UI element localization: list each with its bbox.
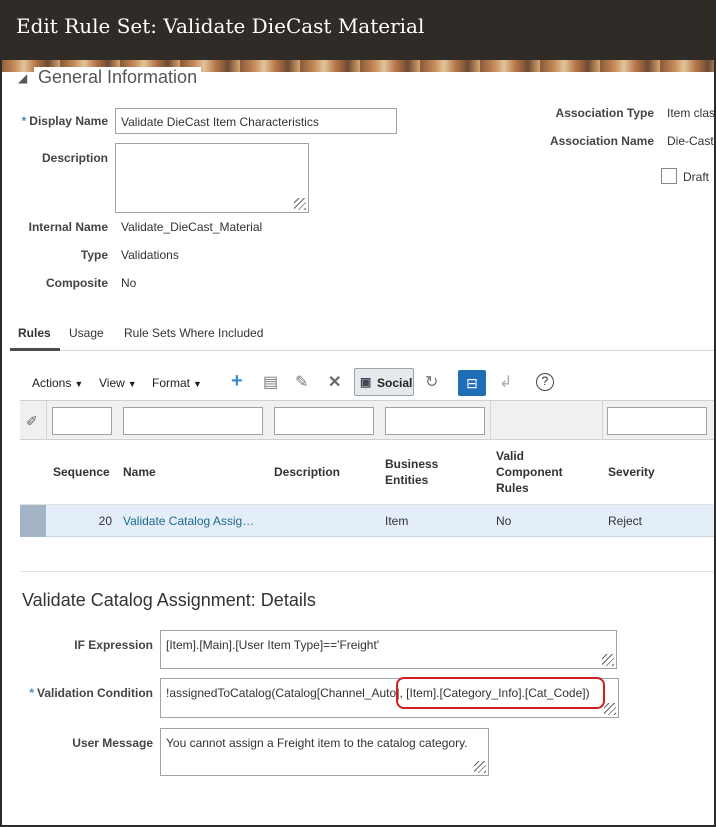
- type-label: Type: [80, 248, 108, 262]
- draft-checkbox[interactable]: [661, 168, 677, 184]
- filter-sequence-input[interactable]: [52, 407, 112, 435]
- user-message-field[interactable]: You cannot assign a Freight item to the …: [160, 728, 489, 776]
- clear-filter-icon[interactable]: ✐: [26, 413, 38, 430]
- query-by-example-icon: ⊟: [466, 375, 478, 391]
- dropdown-arrow-icon: ▼: [74, 379, 84, 389]
- filter-name-input[interactable]: [123, 407, 263, 435]
- if-expression-label: IF Expression: [74, 638, 153, 652]
- cell-name-link[interactable]: Validate Catalog Assig…: [123, 514, 254, 528]
- actions-menu[interactable]: Actions ▼: [32, 376, 83, 390]
- column-header-sequence[interactable]: Sequence: [53, 464, 110, 480]
- column-separator: [602, 401, 603, 441]
- filter-severity-input[interactable]: [607, 407, 707, 435]
- cell-valid-component-rules: No: [496, 514, 512, 528]
- row-selector[interactable]: [20, 505, 46, 537]
- draft-label: Draft: [683, 170, 710, 184]
- active-tab-indicator: [10, 348, 60, 351]
- table-row[interactable]: 20 Validate Catalog Assig… Item No Rejec…: [20, 505, 716, 537]
- required-indicator: *: [29, 686, 34, 700]
- description-label: Description: [41, 151, 108, 165]
- table-header-row: Sequence Name Description Business Entit…: [20, 440, 716, 505]
- help-icon[interactable]: ?: [536, 373, 554, 391]
- column-separator: [490, 401, 491, 441]
- column-header-description[interactable]: Description: [274, 464, 340, 480]
- refresh-icon[interactable]: ↻: [425, 372, 438, 392]
- filter-business-entities-input[interactable]: [385, 407, 485, 435]
- tab-rules[interactable]: Rules: [18, 326, 51, 340]
- resize-grip-icon[interactable]: [474, 761, 486, 773]
- enter-icon[interactable]: ↲: [499, 372, 512, 392]
- association-type-value: Item clas: [667, 106, 716, 120]
- cell-sequence: 20: [98, 514, 112, 528]
- type-value: Validations: [121, 248, 179, 262]
- cell-severity: Reject: [608, 514, 643, 528]
- dropdown-arrow-icon: ▼: [193, 379, 202, 389]
- query-by-example-button[interactable]: ⊟: [458, 370, 486, 396]
- column-separator: [46, 401, 47, 441]
- required-indicator: *: [21, 114, 27, 128]
- collapse-icon[interactable]: ◢: [18, 71, 27, 85]
- description-field[interactable]: [115, 143, 309, 213]
- tab-bar: Rules Usage Rule Sets Where Included: [10, 320, 716, 351]
- edit-icon[interactable]: ✎: [295, 372, 308, 392]
- display-name-label: * Display Name: [21, 114, 108, 128]
- rules-table: ✐ Sequence Name Description Business Ent…: [20, 400, 716, 540]
- filter-description-input[interactable]: [274, 407, 374, 435]
- table-footer-divider: [20, 571, 716, 572]
- dropdown-arrow-icon: ▼: [127, 379, 137, 389]
- page-title: Edit Rule Set: Validate DieCast Material: [16, 14, 425, 38]
- delete-icon[interactable]: ✕: [328, 372, 341, 392]
- format-menu[interactable]: Format ▼: [152, 376, 202, 390]
- details-title: Validate Catalog Assignment: Details: [22, 590, 316, 610]
- validation-condition-label: * Validation Condition: [29, 686, 153, 700]
- page-header: Edit Rule Set: Validate DieCast Material: [0, 0, 716, 60]
- tab-rule-sets-where-included[interactable]: Rule Sets Where Included: [124, 326, 263, 340]
- column-header-name[interactable]: Name: [123, 464, 156, 480]
- if-expression-field[interactable]: [Item].[Main].[User Item Type]=='Freight…: [160, 630, 617, 669]
- column-header-severity[interactable]: Severity: [608, 464, 655, 480]
- resize-grip-icon[interactable]: [294, 198, 306, 210]
- filter-row: ✐: [20, 400, 716, 441]
- highlight-annotation: [396, 677, 605, 709]
- social-button[interactable]: ▣ Social: [354, 368, 414, 396]
- association-type-label: Association Type: [555, 106, 654, 120]
- table-toolbar: Actions ▼ View ▼ Format ▼ + ▤ ✎ ✕ ▣ Social …: [20, 362, 716, 402]
- detach-icon[interactable]: ▤: [263, 372, 278, 392]
- tab-usage[interactable]: Usage: [69, 326, 104, 340]
- display-name-field[interactable]: Validate DieCast Item Characteristics: [115, 108, 397, 134]
- section-title-general: General Information: [34, 67, 202, 87]
- association-name-label: Association Name: [549, 134, 654, 148]
- user-message-label: User Message: [72, 736, 153, 750]
- column-header-business-entities[interactable]: Business Entities: [385, 456, 438, 488]
- resize-grip-icon[interactable]: [604, 703, 616, 715]
- internal-name-value: Validate_DieCast_Material: [121, 220, 263, 234]
- view-menu[interactable]: View ▼: [99, 376, 137, 390]
- resize-grip-icon[interactable]: [602, 654, 614, 666]
- internal-name-label: Internal Name: [28, 220, 108, 234]
- composite-value: No: [121, 276, 137, 290]
- column-header-valid-component-rules[interactable]: Valid Component Rules: [496, 448, 563, 496]
- social-icon: ▣: [360, 375, 372, 389]
- association-name-value: Die-Cast: [667, 134, 714, 148]
- add-icon[interactable]: +: [231, 370, 243, 393]
- cell-business-entities: Item: [385, 514, 409, 528]
- composite-label: Composite: [45, 276, 108, 290]
